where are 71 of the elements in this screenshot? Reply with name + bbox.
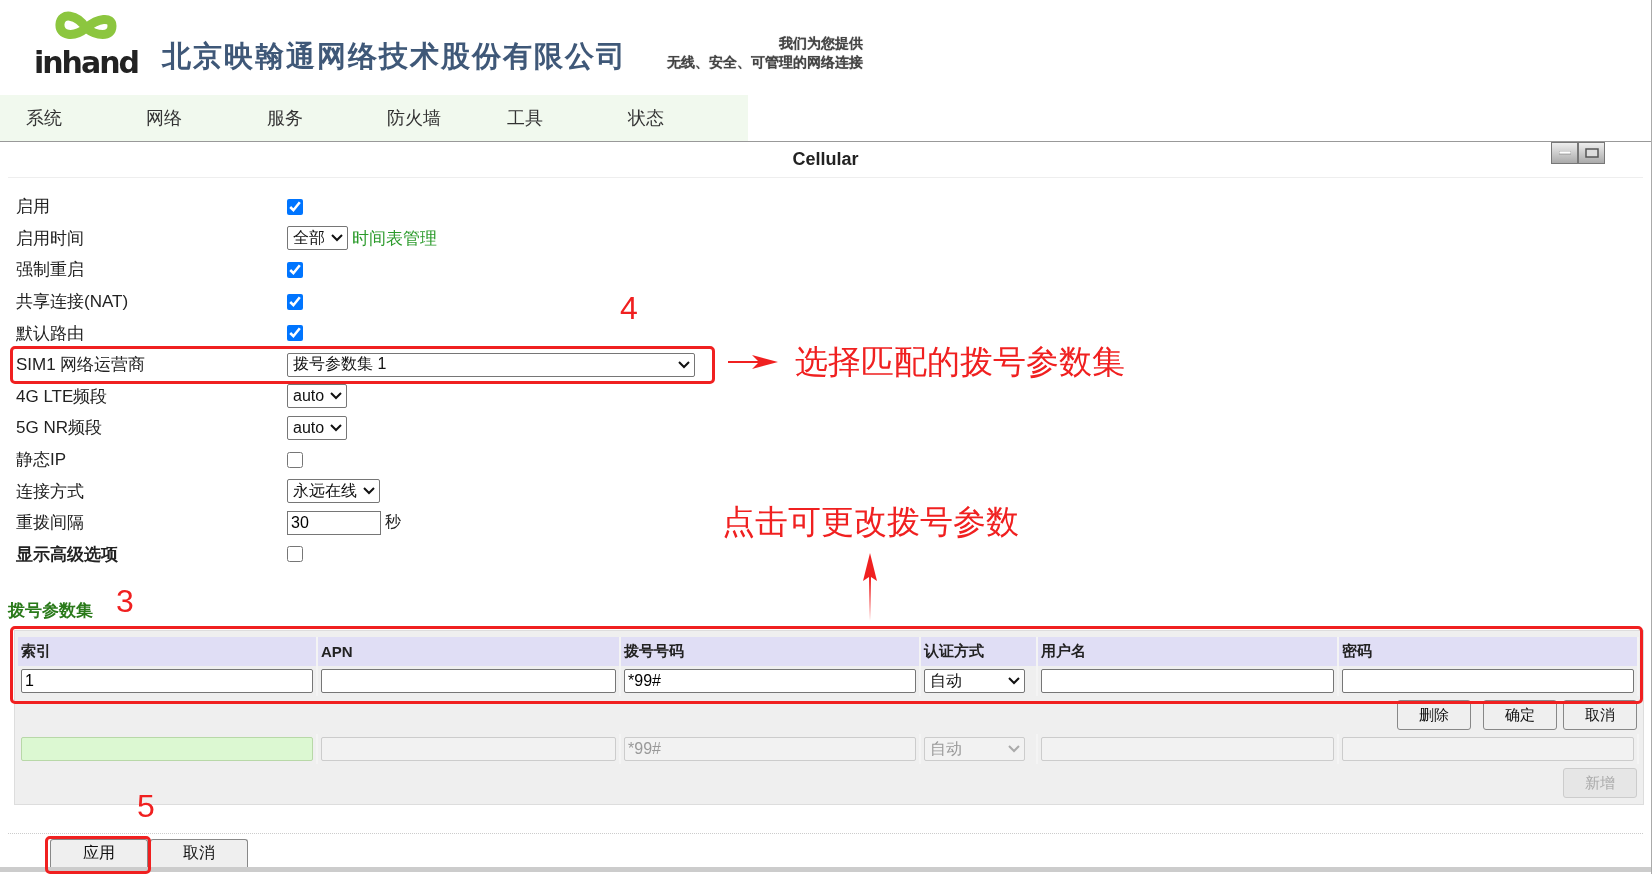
column-header: 用户名 [1038,637,1339,667]
input-field[interactable]: 30 [287,510,381,535]
nav-item[interactable]: 工具 [507,106,628,130]
step-number: 3 [116,585,134,617]
minimize-button[interactable] [1551,142,1578,164]
arrow-right-icon [728,355,778,369]
footer-button[interactable]: 应用 [50,839,148,868]
input-field[interactable] [1041,669,1334,694]
slogan-text: 无线、安全、可管理的网络连接 [667,52,863,72]
column-header: 拨号号码 [621,637,921,667]
action-button[interactable]: 确定 [1483,700,1557,731]
input-field[interactable]: *99# [624,669,916,694]
schedule-link[interactable]: 时间表管理 [352,226,437,250]
action-button[interactable]: 取消 [1563,700,1637,731]
window-icon [1584,148,1599,158]
nav-item[interactable]: 防火墙 [387,106,508,130]
checkbox[interactable] [287,198,303,215]
field-label: 重拨间隔 [16,512,85,535]
footer-button[interactable]: 取消 [150,839,248,868]
field-label: 连接方式 [16,480,85,503]
callout-text: 选择匹配的拨号参数集 [795,345,1125,378]
step-number: 5 [137,790,155,822]
section-title: 拨号参数集 [8,600,93,623]
field-label: 启用 [16,196,51,219]
minus-icon [1558,151,1571,155]
checkbox[interactable] [287,262,303,278]
caret-icon [331,234,343,243]
checkbox[interactable] [287,293,303,310]
dropdown[interactable]: 拨号参数集 1 [287,352,695,377]
dropdown[interactable]: auto [287,384,348,409]
caret-icon [678,360,690,369]
callout-text: 点击可更改拨号参数 [722,505,1019,538]
field-label: 显示高级选项 [16,543,119,566]
caret-icon [1008,745,1020,754]
dropdown[interactable]: 自动 [924,669,1025,694]
field-label: 强制重启 [16,259,85,282]
company-name: 北京映翰通网络技术股份有限公司 [162,37,627,75]
checkbox[interactable] [287,546,303,563]
unit-label: 秒 [385,512,401,533]
panel-title: Cellular [792,149,859,170]
slogan-text: 我们为您提供 [779,33,863,53]
checkbox[interactable] [287,325,303,342]
column-header: 认证方式 [921,637,1038,667]
field-label: SIM1 网络运营商 [16,354,147,377]
nav-item[interactable]: 状态 [627,106,748,130]
action-button[interactable]: 删除 [1397,700,1471,731]
caret-icon [330,423,343,432]
field-label: 共享连接(NAT) [16,291,130,314]
input-field[interactable] [321,669,616,694]
nav-item[interactable]: 系统 [26,106,147,130]
maximize-button[interactable] [1578,142,1605,164]
checkbox[interactable] [287,451,303,468]
nav-item[interactable]: 网络 [146,106,267,130]
caret-icon [330,392,343,401]
field-label: 启用时间 [16,227,85,250]
field-label: 4G LTE频段 [16,385,109,408]
field-label: 静态IP [16,449,68,472]
column-header: APN [318,637,621,667]
caret-icon [1008,677,1020,686]
dropdown[interactable]: 全部 [287,226,348,251]
dropdown[interactable]: auto [287,415,348,440]
column-header: 密码 [1339,637,1639,667]
nav-item[interactable]: 服务 [266,106,387,130]
field-label: 默认路由 [16,322,85,345]
column-header: 索引 [18,637,318,667]
field-label: 5G NR频段 [16,417,103,440]
step-number: 4 [620,292,638,324]
dropdown[interactable]: 永远在线 [287,479,380,504]
input-field[interactable]: 1 [21,669,313,694]
caret-icon [363,487,375,496]
input-field[interactable] [1342,669,1634,694]
